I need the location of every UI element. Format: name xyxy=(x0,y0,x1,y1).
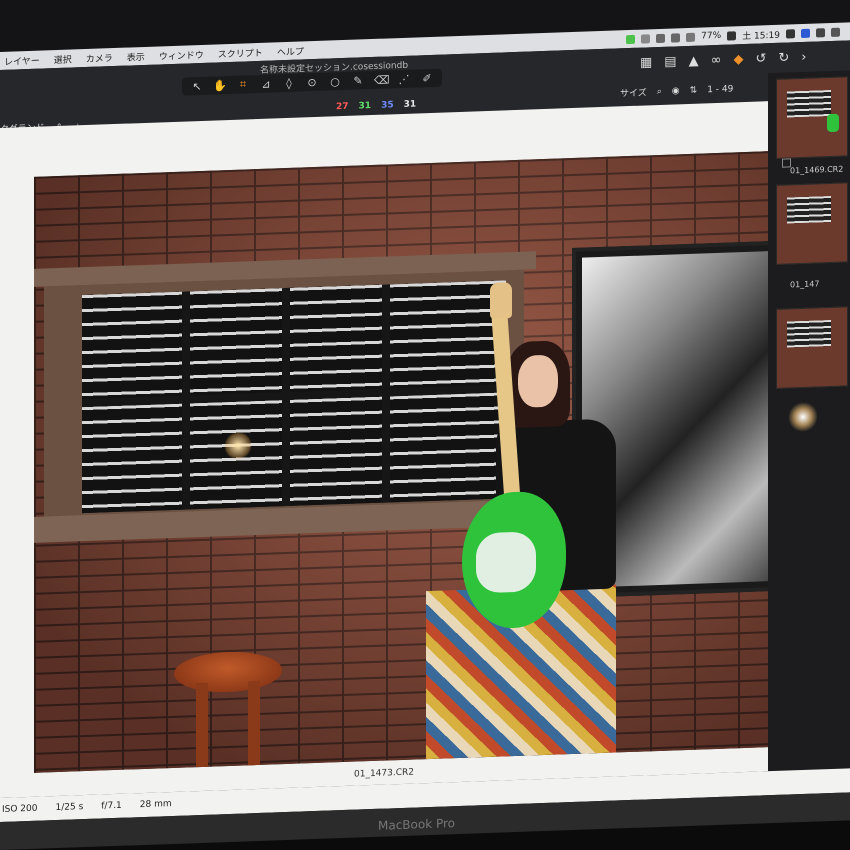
guitar-pickguard xyxy=(476,531,536,594)
cursor-icon[interactable]: ↖ xyxy=(190,79,204,92)
size-label: サイズ xyxy=(620,88,647,100)
straighten-icon[interactable]: ⊿ xyxy=(259,77,273,90)
browser-controls: サイズ ⌕ ◉ ⇅ 1 - 49 xyxy=(620,82,733,99)
search-icon[interactable]: ⌕ xyxy=(657,86,662,96)
image-viewer[interactable]: 01_1473.CR2 xyxy=(0,101,768,798)
menu-item-camera[interactable]: カメラ xyxy=(86,51,113,65)
undo-icon[interactable]: ↺ xyxy=(755,51,766,66)
user-icon[interactable] xyxy=(801,28,810,38)
spot-icon[interactable]: ⊙ xyxy=(305,75,319,88)
thumbnail-label: 01_147 xyxy=(790,279,820,290)
brush-icon[interactable]: ✎ xyxy=(351,74,365,87)
crop-icon[interactable]: ⌗ xyxy=(236,77,250,91)
menu-item-layer[interactable]: レイヤー xyxy=(4,53,40,67)
keystone-icon[interactable]: ◊ xyxy=(282,76,296,89)
gradient-icon[interactable]: ⋰ xyxy=(397,72,411,85)
picker-icon[interactable]: ✐ xyxy=(420,71,434,84)
bluetooth-icon[interactable] xyxy=(656,33,666,43)
guitar-headstock xyxy=(490,282,512,319)
pan-icon[interactable]: ✋ xyxy=(213,79,227,92)
copy-adjust-icon[interactable]: ◆ xyxy=(733,52,743,67)
menu-item-select[interactable]: 選択 xyxy=(54,52,72,66)
menu-item-help[interactable]: ヘルプ xyxy=(277,44,304,58)
thumbnail-label: 01_1469.CR2 xyxy=(790,164,844,176)
view-tools: ▦ ▤ ▲ ∞ ◆ ↺ ↻ › xyxy=(640,50,806,71)
rgb-readout: 27 31 35 31 xyxy=(336,99,416,112)
iso-value: ISO 200 xyxy=(2,803,38,815)
thumb-window xyxy=(787,195,831,224)
table-icon[interactable]: ▤ xyxy=(664,54,676,69)
menu-item-script[interactable]: スクリプト xyxy=(218,45,263,60)
thumbnail[interactable] xyxy=(776,182,848,265)
face xyxy=(518,354,558,408)
thumb-window xyxy=(787,89,831,118)
glasses-icon[interactable]: ∞ xyxy=(711,53,722,68)
eraser-icon[interactable]: ⌫ xyxy=(374,73,390,87)
laptop-screen: レイヤー 選択 カメラ 表示 ウィンドウ スクリプト ヘルプ 77% 土 15:… xyxy=(0,0,850,850)
notification-icon[interactable] xyxy=(831,27,840,37)
model-label: MacBook Pro xyxy=(378,816,456,833)
green-value: 31 xyxy=(358,101,372,112)
wifi-icon[interactable] xyxy=(671,32,681,43)
search-icon[interactable] xyxy=(786,28,795,39)
range-label: 1 - 49 xyxy=(707,83,734,95)
dropbox-icon[interactable] xyxy=(641,33,651,44)
circle-icon[interactable]: ○ xyxy=(328,75,342,88)
luma-value: 31 xyxy=(403,99,417,110)
menu-item-view[interactable]: 表示 xyxy=(127,49,145,63)
guitarist xyxy=(426,282,626,760)
thumbnail[interactable] xyxy=(776,306,848,389)
filter-icon[interactable]: ⇅ xyxy=(690,85,698,95)
blue-value: 35 xyxy=(381,100,394,111)
next-icon[interactable]: › xyxy=(801,50,806,65)
photo-preview[interactable] xyxy=(34,151,768,773)
clock[interactable]: 土 15:19 xyxy=(742,27,780,41)
thumbnail[interactable] xyxy=(776,76,848,159)
siri-icon[interactable] xyxy=(816,27,825,38)
redo-icon[interactable]: ↻ xyxy=(778,50,789,65)
grid-icon[interactable]: ▦ xyxy=(640,55,652,70)
stool-leg xyxy=(196,682,208,773)
focal-length-value: 28 mm xyxy=(139,799,172,811)
line-icon[interactable] xyxy=(626,34,636,44)
shutter-value: 1/25 s xyxy=(55,802,84,814)
thumb-window xyxy=(787,319,831,348)
battery-icon[interactable] xyxy=(727,30,737,41)
red-value: 27 xyxy=(336,101,349,113)
stool xyxy=(174,650,282,773)
stool-seat xyxy=(174,650,282,694)
battery-percent[interactable]: 77% xyxy=(701,31,721,42)
stool-leg xyxy=(248,680,260,772)
warning-icon[interactable]: ▲ xyxy=(689,54,699,69)
thumb-guitar xyxy=(827,113,839,133)
aperture-value: f/7.1 xyxy=(101,800,122,812)
menu-item-window[interactable]: ウィンドウ xyxy=(159,47,204,62)
volume-icon[interactable] xyxy=(686,32,696,42)
tool-palette: ↖ ✋ ⌗ ⊿ ◊ ⊙ ○ ✎ ⌫ ⋰ ✐ xyxy=(182,68,442,96)
eye-icon[interactable]: ◉ xyxy=(672,86,680,96)
